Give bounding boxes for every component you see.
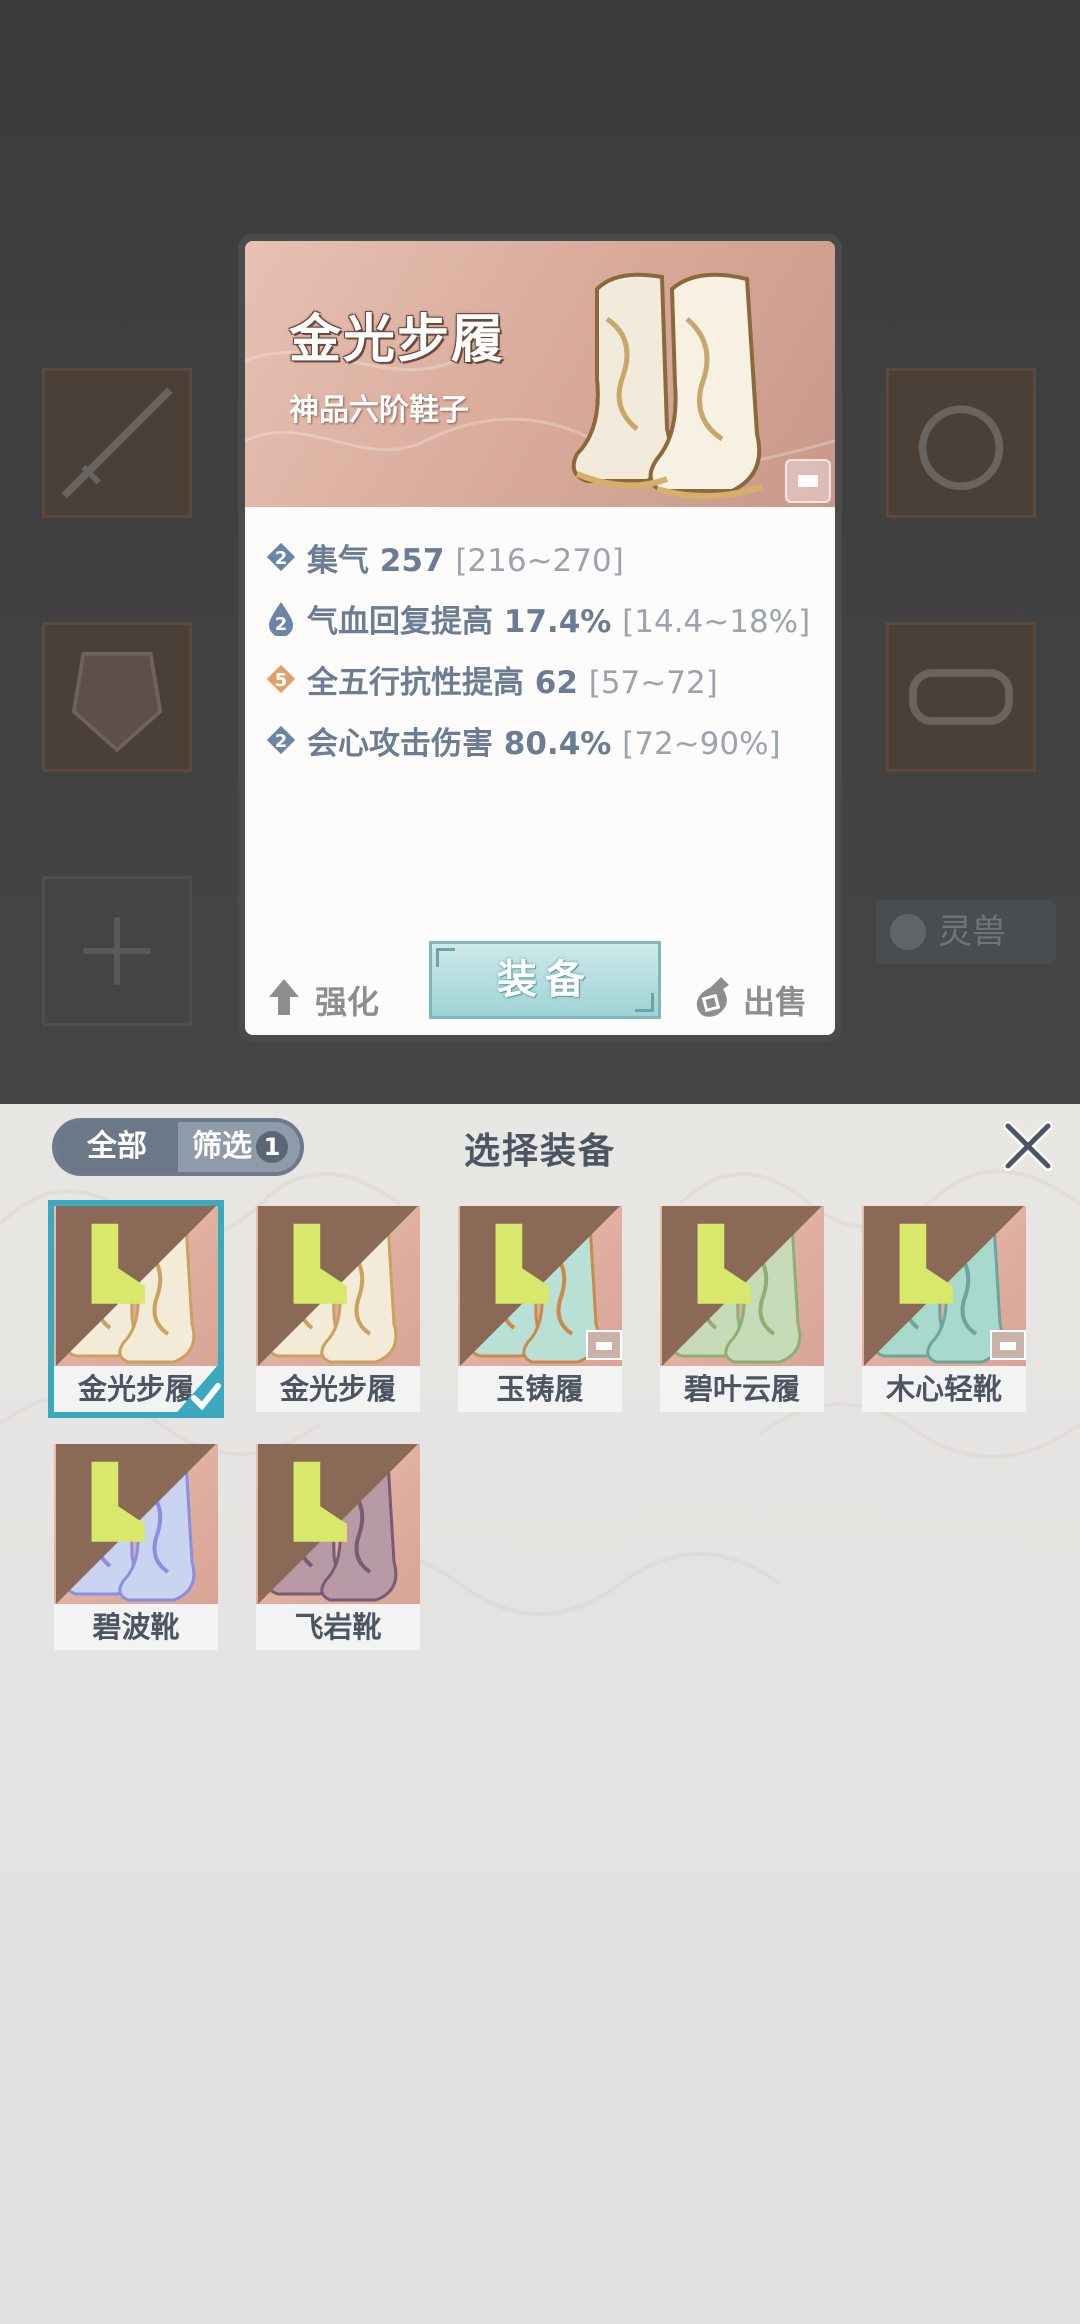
equipment-name: 玉铸履 [458,1366,622,1412]
equipment-tile[interactable]: 碧叶云履 [660,1206,824,1412]
pet-icon [890,914,926,950]
equipment-tile[interactable]: 玉铸履 [458,1206,622,1412]
stat-range: [57~72] [588,665,718,701]
item-detail-card: 金光步履 神品六阶鞋子 2 集气 257 [216~270] 2 气血回复提高 … [238,234,842,1042]
coin-bag-icon [696,977,729,1017]
stat-row: 5 全五行抗性提高 62 [57~72] [263,653,823,714]
equipment-tile[interactable]: 木心轻靴 [862,1206,1026,1412]
boot-type-icon [258,1444,418,1604]
equipment-tile[interactable]: 碧波靴 [54,1444,218,1650]
arrow-up-icon [269,979,299,1015]
close-icon[interactable] [1000,1118,1056,1174]
equip-label: 装备 [497,957,593,1003]
equipment-name: 碧叶云履 [660,1366,824,1412]
tier-diamond-icon: 2 [266,542,296,572]
boot-type-icon [56,1444,216,1604]
svg-text:5: 5 [275,670,288,691]
stat-row: 2 气血回复提高 17.4% [14.4~18%] [263,592,823,653]
lock-icon [990,1330,1026,1360]
stat-range: [72~90%] [622,726,781,762]
item-header: 金光步履 神品六阶鞋子 [245,241,835,507]
weapon-slot[interactable] [42,368,192,518]
equipment-name: 金光步履 [256,1366,420,1412]
equipment-art [862,1206,1026,1366]
boots-illustration [571,272,763,500]
bracelet-slot[interactable] [886,622,1036,772]
equipment-name: 碧波靴 [54,1604,218,1650]
svg-text:2: 2 [275,614,288,635]
stat-name-value: 集气 257 [307,543,445,579]
boot-type-icon [56,1206,216,1366]
equipment-art [54,1444,218,1604]
svg-text:2: 2 [275,548,288,569]
lock-icon [586,1330,622,1360]
pet-tab-label: 灵兽 [938,912,1006,952]
enhance-label: 强化 [315,983,380,1021]
tier-diamond-icon: 2 [266,725,296,755]
stat-range: [216~270] [455,543,624,579]
sell-label: 出售 [743,983,808,1021]
stat-name-value: 气血回复提高 17.4% [307,604,612,640]
equipment-art [458,1206,622,1366]
pet-tab[interactable]: 灵兽 [876,900,1056,964]
equipment-tile[interactable]: 金光步履 [256,1206,420,1412]
equipment-art [660,1206,824,1366]
armor-slot[interactable] [42,622,192,772]
svg-text:2: 2 [275,731,288,752]
boot-type-icon [258,1206,418,1366]
lock-icon[interactable] [785,459,831,503]
stat-name-value: 会心攻击伤害 80.4% [307,726,612,762]
equipment-tile[interactable]: 金光步履 [48,1200,224,1418]
boot-type-icon [662,1206,822,1366]
equip-button[interactable]: 装备 [429,941,661,1019]
equipment-art [54,1206,218,1366]
equipment-art [256,1206,420,1366]
item-title: 金光步履 [289,310,506,370]
checkmark-icon [172,1358,224,1418]
equipment-tile[interactable]: 飞岩靴 [256,1444,420,1650]
equipment-select-panel: 全部 筛选 1 选择装备 金光步履 金光步履 玉铸履 碧叶云履 木心轻靴 碧波靴 飞岩靴 [0,1104,1080,2324]
tier-drop-icon: 2 [269,602,293,636]
stat-list: 2 集气 257 [216~270] 2 气血回复提高 17.4% [14.4~… [263,531,823,775]
item-subtitle: 神品六阶鞋子 [289,393,469,428]
equipment-art [256,1444,420,1604]
stat-range: [14.4~18%] [622,604,811,640]
equipment-name: 木心轻靴 [862,1366,1026,1412]
panel-title: 选择装备 [463,1131,616,1172]
equipment-name: 飞岩靴 [256,1604,420,1650]
stat-name-value: 全五行抗性提高 62 [307,665,578,701]
tier-diamond-icon: 5 [266,664,296,694]
stat-row: 2 集气 257 [216~270] [263,531,823,592]
necklace-slot[interactable] [886,368,1036,518]
empty-slot[interactable] [42,876,192,1026]
stat-row: 2 会心攻击伤害 80.4% [72~90%] [263,714,823,775]
